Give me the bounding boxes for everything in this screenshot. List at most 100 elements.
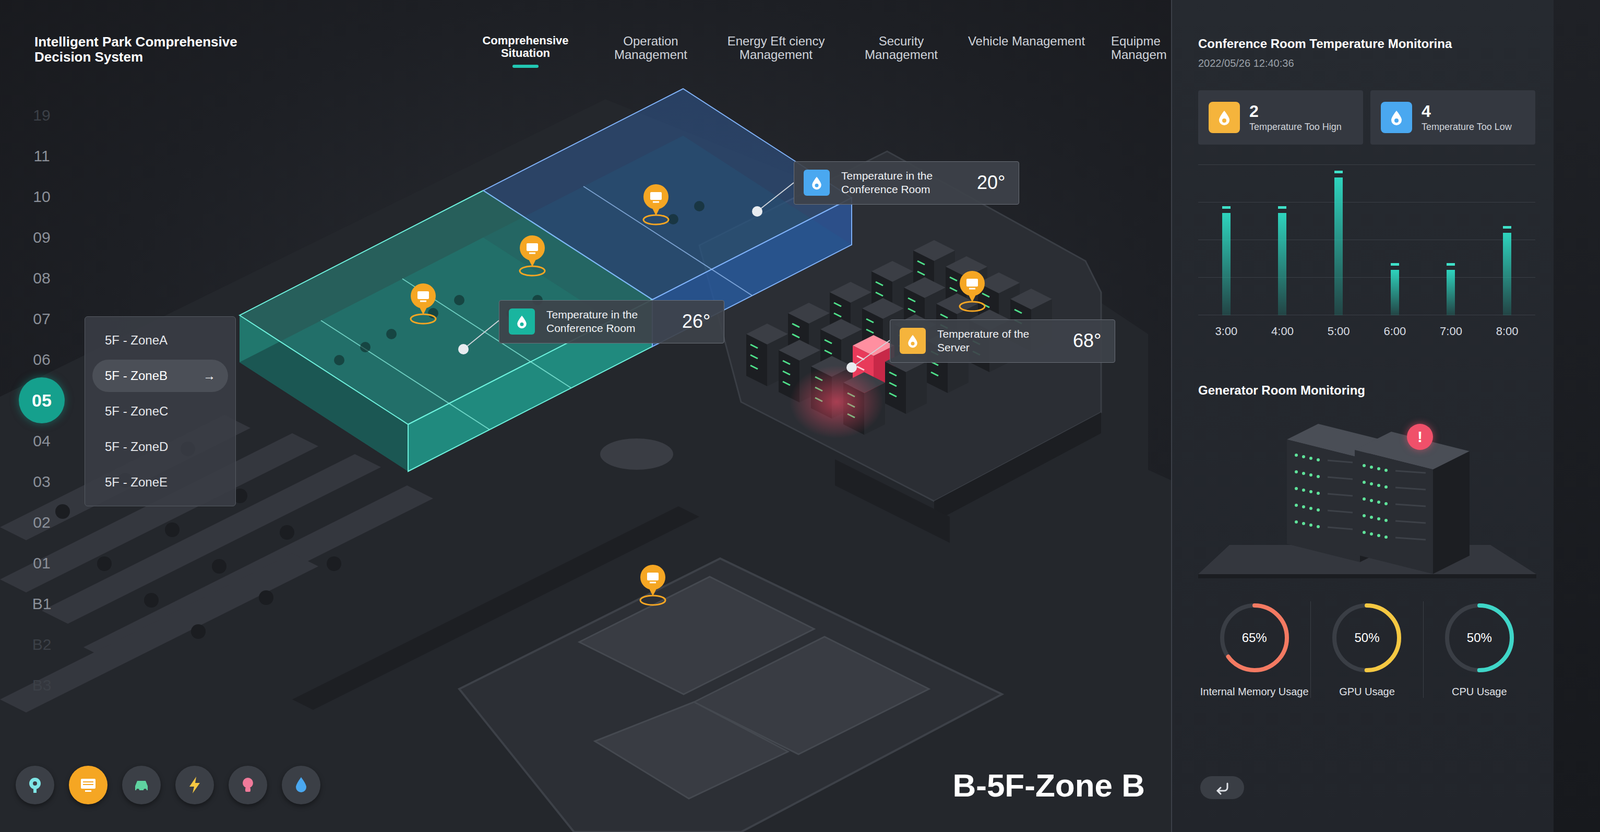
x-tick: 6:00 bbox=[1366, 324, 1424, 339]
gauge-value: 50% bbox=[1466, 630, 1492, 646]
layer-button[interactable] bbox=[68, 765, 108, 805]
nav-tab[interactable]: Equipme Managem bbox=[1111, 34, 1170, 73]
zone-label[interactable]: 5F - ZoneA bbox=[104, 332, 168, 348]
floor-badge[interactable]: 06 bbox=[32, 350, 51, 369]
floor-label[interactable]: 11 bbox=[33, 147, 50, 165]
floor-item[interactable]: 03 bbox=[15, 461, 68, 503]
back-button[interactable] bbox=[1200, 775, 1245, 799]
device-pin[interactable] bbox=[519, 235, 545, 276]
chart-bar[interactable] bbox=[1390, 269, 1400, 316]
floor-label[interactable]: 04 bbox=[32, 432, 51, 450]
floor-item[interactable]: B2 bbox=[15, 624, 68, 665]
zone-menu-item[interactable]: 5F - ZoneC bbox=[92, 395, 229, 428]
alert-icon[interactable]: ! bbox=[1417, 427, 1423, 446]
nav-tab[interactable]: Comprehensive Situation bbox=[462, 34, 589, 73]
device-pin[interactable] bbox=[959, 270, 985, 312]
zone-label[interactable]: 5F - ZoneD bbox=[104, 439, 169, 455]
floor-badge[interactable]: 11 bbox=[33, 147, 50, 165]
chart-bar[interactable] bbox=[1446, 269, 1455, 316]
floor-item[interactable]: 01 bbox=[15, 542, 68, 584]
floor-badge[interactable]: 05 bbox=[18, 377, 65, 424]
device-pin[interactable] bbox=[643, 184, 669, 225]
device-pin[interactable] bbox=[640, 564, 666, 605]
floor-badge[interactable]: 03 bbox=[32, 472, 51, 491]
floor-item[interactable]: 07 bbox=[15, 298, 68, 340]
floor-item[interactable]: 06 bbox=[15, 339, 68, 380]
device-pin[interactable] bbox=[410, 283, 436, 324]
bar-cap bbox=[1334, 170, 1343, 174]
zone-label[interactable]: 5F - ZoneB bbox=[104, 368, 168, 384]
floor-item[interactable]: B1 bbox=[15, 583, 68, 625]
floor-badge[interactable]: 10 bbox=[32, 187, 51, 206]
nav-tab-label[interactable]: Operation Management bbox=[590, 34, 711, 63]
floor-label[interactable]: B3 bbox=[32, 676, 52, 694]
zone-menu-item[interactable]: 5F - ZoneD bbox=[92, 430, 229, 463]
floor-item[interactable]: 09 bbox=[15, 217, 68, 258]
nav-tab-label[interactable]: Vehicle Management bbox=[968, 34, 1085, 49]
chart-bar[interactable] bbox=[1334, 177, 1343, 316]
floor-item[interactable]: 02 bbox=[15, 502, 68, 543]
bar-cap bbox=[1446, 263, 1455, 266]
alert-badge[interactable]: ! bbox=[1406, 423, 1434, 450]
floor-badge[interactable]: 02 bbox=[32, 513, 51, 532]
floor-badge[interactable]: 04 bbox=[32, 432, 51, 450]
floor-label[interactable]: 06 bbox=[32, 350, 51, 368]
floor-badge[interactable]: B1 bbox=[32, 594, 52, 613]
temperature-tooltip[interactable]: Temperature of the Server68° bbox=[889, 319, 1116, 363]
floor-item[interactable]: 10 bbox=[15, 176, 68, 218]
zone-label[interactable]: 5F - ZoneC bbox=[104, 403, 169, 419]
layer-button[interactable] bbox=[281, 765, 321, 805]
floor-item[interactable]: 08 bbox=[15, 257, 68, 299]
floor-badge[interactable]: 09 bbox=[32, 228, 51, 247]
floor-item[interactable]: 04 bbox=[15, 420, 68, 462]
floor-item[interactable]: 05 bbox=[15, 379, 68, 421]
temperature-tooltip[interactable]: Temperature in the Conference Room26° bbox=[498, 300, 725, 344]
zone-menu-item[interactable]: 5F - ZoneA bbox=[92, 324, 229, 357]
zone-menu-item[interactable]: 5F - ZoneE bbox=[92, 466, 229, 499]
nav-tab-label[interactable]: Security Management bbox=[841, 34, 962, 63]
map-view[interactable]: Intelligent Park Comprehensive Decision … bbox=[0, 0, 1172, 832]
floor-label[interactable]: 03 bbox=[32, 472, 51, 491]
nav-tab-label[interactable]: Comprehensive Situation bbox=[465, 34, 586, 60]
floor-item[interactable]: B3 bbox=[15, 664, 68, 706]
temperature-tooltip[interactable]: Temperature in the Conference Room20° bbox=[793, 161, 1020, 205]
floor-badge[interactable]: 08 bbox=[32, 269, 51, 288]
chart-bar[interactable] bbox=[1222, 212, 1231, 316]
bar-cap bbox=[1278, 206, 1287, 209]
floor-badge[interactable]: 19 bbox=[32, 106, 51, 125]
floor-item[interactable]: 19 bbox=[15, 94, 68, 136]
floor-badge[interactable]: B2 bbox=[32, 635, 52, 654]
floor-label[interactable]: 10 bbox=[32, 187, 51, 206]
floor-label[interactable]: 09 bbox=[32, 228, 51, 246]
x-axis: 3:004:005:006:007:008:00 bbox=[1198, 324, 1536, 339]
layer-button[interactable] bbox=[122, 765, 161, 805]
floor-label[interactable]: 02 bbox=[32, 513, 51, 531]
nav-tab-label[interactable]: Energy Eft ciency Management bbox=[715, 34, 837, 63]
timestamp: 2022/05/26 12:40:36 bbox=[1198, 57, 1536, 70]
floor-item[interactable]: 11 bbox=[15, 135, 68, 177]
floor-label[interactable]: 08 bbox=[32, 269, 51, 287]
nav-tab[interactable]: Security Management bbox=[838, 34, 964, 73]
zone-menu-item[interactable]: 5F - ZoneB → bbox=[92, 359, 229, 392]
nav-tab[interactable]: Vehicle Management bbox=[963, 34, 1090, 73]
layer-button[interactable] bbox=[175, 765, 214, 805]
floor-label[interactable]: 07 bbox=[32, 309, 51, 328]
floor-badge[interactable]: B3 bbox=[32, 676, 52, 695]
tooltip-value: 20° bbox=[976, 171, 1006, 194]
floor-label[interactable]: 05 bbox=[31, 390, 52, 411]
layer-button[interactable] bbox=[15, 765, 55, 805]
nav-tab-label[interactable]: Equipme Managem bbox=[1111, 34, 1170, 63]
floor-badge[interactable]: 07 bbox=[32, 309, 51, 328]
floor-label[interactable]: 01 bbox=[32, 554, 51, 572]
zone-label[interactable]: 5F - ZoneE bbox=[104, 474, 168, 490]
chart-bar[interactable] bbox=[1278, 212, 1287, 316]
floor-label[interactable]: B2 bbox=[32, 635, 52, 653]
nav-tab[interactable]: Operation Management bbox=[588, 34, 714, 73]
arrow-icon[interactable]: → bbox=[203, 368, 216, 384]
layer-button[interactable] bbox=[228, 765, 268, 805]
floor-label[interactable]: B1 bbox=[32, 594, 52, 613]
nav-tab[interactable]: Energy Eft ciency Management bbox=[713, 34, 839, 73]
floor-label[interactable]: 19 bbox=[32, 106, 51, 124]
chart-bar[interactable] bbox=[1502, 232, 1512, 316]
floor-badge[interactable]: 01 bbox=[32, 554, 51, 572]
